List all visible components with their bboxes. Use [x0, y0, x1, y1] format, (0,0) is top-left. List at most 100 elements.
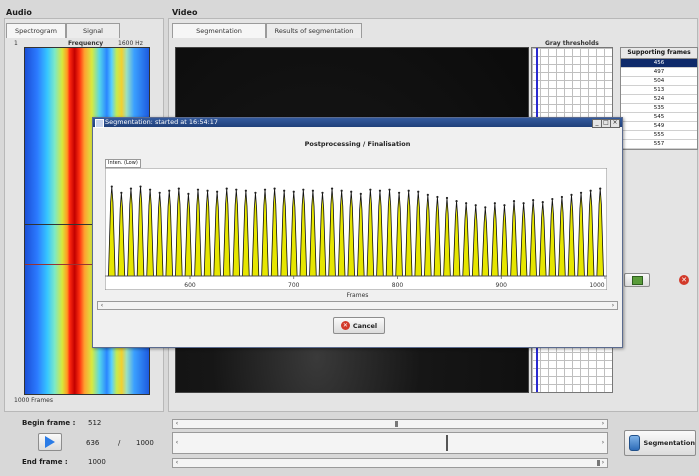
segmentation-icon	[629, 435, 640, 451]
peak-marker	[560, 195, 564, 199]
peak-marker	[292, 190, 295, 193]
peak-marker	[570, 193, 573, 196]
spec-header-left: 1	[14, 40, 18, 47]
scroll-right-icon[interactable]: ›	[599, 459, 607, 467]
end-frame-slider[interactable]: ‹ ›	[172, 458, 608, 468]
peak-marker	[187, 192, 190, 195]
supporting-frame-row[interactable]: 549	[621, 122, 697, 131]
spec-header-center: Frequency	[68, 40, 104, 47]
segmentation-dialog: Segmentation: started at 16:54:17 _ □ × …	[92, 117, 623, 348]
video-section-title: Video	[172, 8, 198, 17]
frame-separator: /	[118, 439, 121, 447]
remove-frame-button[interactable]: ✕	[672, 273, 696, 287]
peak-marker	[532, 198, 535, 202]
tab-signal[interactable]: Signal	[66, 23, 120, 38]
scroll-right-icon[interactable]: ›	[599, 439, 607, 447]
supporting-frame-row[interactable]: 497	[621, 68, 697, 77]
end-frame-value: 1000	[88, 458, 106, 466]
supporting-frame-row[interactable]: 555	[621, 131, 697, 140]
x-tick-label: 800	[392, 282, 404, 289]
peak-marker	[426, 193, 429, 196]
supporting-frame-row[interactable]: 513	[621, 86, 697, 95]
peak-marker	[283, 189, 286, 192]
supporting-frame-row[interactable]: 504	[621, 77, 697, 86]
peak-marker	[350, 190, 353, 193]
peak-marker	[273, 187, 276, 190]
scroll-left-icon[interactable]: ‹	[173, 420, 181, 428]
begin-frame-thumb[interactable]	[394, 421, 398, 427]
segmentation-button-label: Segmentation	[643, 439, 695, 447]
peak-marker	[311, 189, 315, 192]
begin-frame-slider[interactable]: ‹ ›	[172, 419, 608, 429]
scroll-left-icon[interactable]: ‹	[173, 439, 181, 447]
tab-results-of-segmentation[interactable]: Results of segmentation	[266, 23, 362, 38]
x-tick-label: 1000	[589, 282, 604, 289]
cancel-icon: ✕	[340, 321, 350, 330]
dialog-titlebar[interactable]: Segmentation: started at 16:54:17 _ □ ×	[93, 118, 622, 128]
peak-marker	[110, 185, 113, 188]
peak-marker	[120, 191, 123, 194]
current-frame-thumb[interactable]	[446, 435, 449, 451]
dialog-subtitle: Postprocessing / Finalisation	[304, 140, 411, 148]
app-icon	[95, 119, 104, 128]
peak-marker	[340, 189, 343, 192]
segmentation-button[interactable]: Segmentation	[624, 430, 696, 456]
supporting-frame-row[interactable]: 456	[621, 59, 697, 68]
add-image-icon	[631, 275, 643, 285]
close-button[interactable]: ×	[610, 119, 620, 128]
add-frame-button[interactable]	[624, 273, 650, 287]
peak-marker	[541, 201, 544, 204]
peak-marker	[158, 191, 161, 194]
tab-segmentation[interactable]: Segmentation	[172, 23, 266, 38]
x-tick-label: 900	[496, 282, 508, 289]
scroll-left-icon[interactable]: ‹	[98, 302, 106, 310]
peak-marker	[148, 188, 152, 191]
supporting-frame-row[interactable]: 545	[621, 113, 697, 122]
cancel-button[interactable]: ✕ Cancel	[333, 317, 385, 334]
supporting-frame-row[interactable]: 535	[621, 104, 697, 113]
tab-spectrogram[interactable]: Spectrogram	[6, 23, 66, 38]
audio-section-title: Audio	[6, 8, 32, 17]
peak-marker	[177, 187, 180, 190]
peak-marker	[397, 191, 401, 194]
peak-marker	[436, 195, 439, 199]
spec-header-right: 1600 Hz	[118, 40, 143, 47]
peak-marker	[254, 191, 257, 194]
current-frame-slider[interactable]: ‹ ›	[172, 432, 608, 454]
scroll-left-icon[interactable]: ‹	[173, 459, 181, 467]
end-frame-label: End frame :	[22, 458, 68, 466]
play-icon	[45, 436, 55, 448]
begin-frame-label: Begin frame :	[22, 419, 76, 427]
remove-icon: ✕	[679, 275, 689, 285]
peak-marker	[551, 197, 554, 201]
peak-marker	[455, 200, 458, 203]
peak-marker	[196, 188, 200, 191]
scroll-right-icon[interactable]: ›	[599, 420, 607, 428]
chart-legend-label: Inten. (Low)	[105, 159, 141, 168]
peak-marker	[263, 188, 267, 191]
peak-marker	[445, 196, 449, 200]
supporting-frame-row[interactable]: 557	[621, 140, 697, 149]
peak-marker	[321, 191, 324, 194]
peak-marker	[503, 204, 506, 207]
peak-marker	[388, 188, 391, 191]
gray-thresholds-title: Gray thresholds	[545, 40, 599, 47]
peak-marker	[579, 191, 583, 194]
peak-marker	[369, 188, 372, 191]
peak-marker	[168, 189, 171, 192]
peak-marker	[465, 202, 468, 205]
x-tick-label: 700	[288, 282, 300, 289]
peak-marker	[378, 189, 382, 192]
play-button[interactable]	[38, 433, 62, 451]
begin-frame-value: 512	[88, 419, 102, 427]
peak-marker	[474, 204, 477, 207]
scroll-right-icon[interactable]: ›	[609, 302, 617, 310]
frames-label: 1000 Frames	[14, 397, 53, 404]
peak-marker	[589, 189, 592, 192]
x-tick-label: 600	[184, 282, 196, 289]
peak-marker	[129, 187, 133, 190]
peak-marker	[359, 192, 362, 195]
progress-chart: 600 700 800 900 1000	[105, 168, 607, 290]
supporting-frame-row[interactable]: 524	[621, 95, 697, 104]
dialog-progress-scrollbar[interactable]: ‹ ›	[97, 301, 618, 310]
